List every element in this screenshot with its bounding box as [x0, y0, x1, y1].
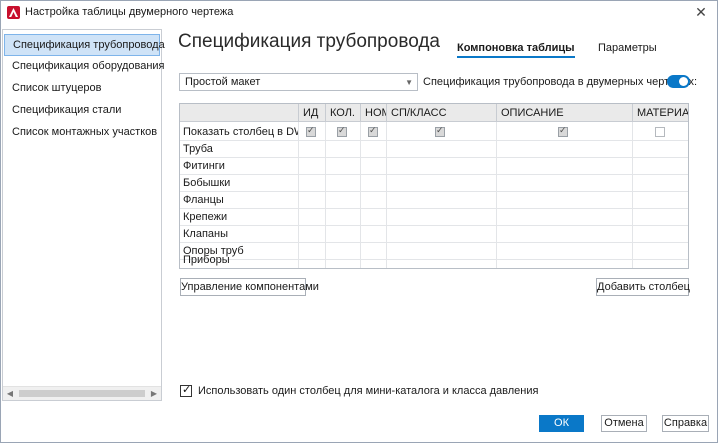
app-logo-icon: [7, 6, 20, 19]
column-divider: [298, 122, 299, 268]
help-button[interactable]: Справка: [662, 415, 709, 432]
table-row-label[interactable]: Фитинги: [180, 158, 298, 174]
column-divider: [496, 122, 497, 268]
show-column-checkbox-class[interactable]: [435, 126, 445, 137]
column-divider: [360, 122, 361, 268]
column-divider: [632, 122, 633, 268]
add-column-button[interactable]: Добавить столбец: [596, 278, 690, 296]
show-column-checkbox-nom[interactable]: [368, 126, 378, 137]
column-divider: [325, 122, 326, 268]
column-header-description[interactable]: ОПИСАНИЕ: [496, 104, 632, 122]
show-in-dwg-row-label: Показать столбец в DWG: [183, 126, 298, 138]
page-title: Спецификация трубопровода: [178, 31, 441, 52]
sidebar-item-steel-spec[interactable]: Спецификация стали: [3, 99, 161, 121]
column-header-qty[interactable]: КОЛ.: [325, 104, 360, 122]
column-header-material[interactable]: МАТЕРИАЛ: [632, 104, 688, 122]
window-title: Настройка таблицы двумерного чертежа: [25, 6, 234, 18]
sidebar-horizontal-scrollbar[interactable]: ◀ ▶: [3, 386, 161, 400]
chevron-down-icon: ▼: [405, 78, 413, 87]
title-bar: Настройка таблицы двумерного чертежа ✕: [1, 1, 717, 25]
toggle-label: Спецификация трубопровода в двумерных че…: [423, 76, 698, 88]
spec-table: ИД КОЛ. НОМ СП/КЛАСС ОПИСАНИЕ МАТЕРИАЛ П…: [179, 103, 689, 269]
table-row-label[interactable]: Бобышки: [180, 175, 298, 191]
spec-in-2d-toggle[interactable]: [667, 75, 690, 88]
single-column-checkbox[interactable]: [180, 383, 192, 397]
sidebar-item-piping-spec[interactable]: Спецификация трубопровода: [4, 34, 165, 56]
table-row-label[interactable]: Крепежи: [180, 209, 298, 225]
column-header-nom[interactable]: НОМ: [360, 104, 386, 122]
table-row-label[interactable]: Клапаны: [180, 226, 298, 242]
show-column-checkbox-id[interactable]: [306, 126, 316, 137]
scroll-left-arrow-icon[interactable]: ◀: [3, 387, 17, 400]
layout-select-value: Простой макет: [185, 76, 261, 88]
show-column-checkbox-material[interactable]: [655, 127, 665, 137]
column-header-class[interactable]: СП/КЛАСС: [386, 104, 496, 122]
table-row-label[interactable]: Труба: [180, 141, 298, 157]
dialog-window: Настройка таблицы двумерного чертежа ✕ С…: [0, 0, 718, 443]
table-row-label[interactable]: Фланцы: [180, 192, 298, 208]
sidebar: Спецификация трубопровода Спецификация о…: [2, 29, 165, 401]
scrollbar-thumb[interactable]: [19, 390, 145, 397]
ok-button[interactable]: ОК: [539, 415, 584, 432]
column-header-id[interactable]: ИД: [298, 104, 325, 122]
single-column-checkbox-label: Использовать один столбец для мини-катал…: [198, 385, 539, 397]
sidebar-item-spool-list[interactable]: Список монтажных участков: [3, 121, 161, 143]
sidebar-item-nozzle-list[interactable]: Список штуцеров: [3, 77, 161, 99]
layout-select[interactable]: Простой макет ▼: [179, 73, 418, 91]
cancel-button[interactable]: Отмена: [601, 415, 647, 432]
show-column-checkbox-description[interactable]: [558, 126, 568, 137]
tab-parameters[interactable]: Параметры: [598, 42, 657, 54]
show-column-checkbox-qty[interactable]: [337, 126, 347, 137]
close-icon[interactable]: ✕: [691, 3, 711, 21]
column-divider: [386, 122, 387, 268]
tab-table-layout[interactable]: Компоновка таблицы: [457, 42, 575, 58]
sidebar-item-equipment-spec[interactable]: Спецификация оборудования: [3, 55, 165, 77]
manage-components-button[interactable]: Управление компонентами: [180, 278, 319, 296]
table-header: ИД КОЛ. НОМ СП/КЛАСС ОПИСАНИЕ МАТЕРИАЛ: [180, 104, 688, 122]
scroll-right-arrow-icon[interactable]: ▶: [147, 387, 161, 400]
table-row-label[interactable]: Приборы: [180, 252, 298, 268]
